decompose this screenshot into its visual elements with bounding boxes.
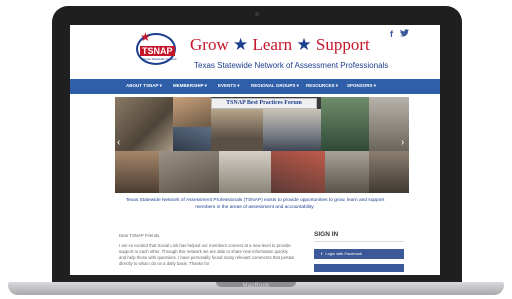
logo-wordmark: TSNAP xyxy=(140,46,175,56)
nav-item-membership[interactable]: MEMBERSHIP ▾ xyxy=(173,83,207,89)
nav-item-resources[interactable]: RESOURCES ▾ xyxy=(306,83,338,89)
photo-collage-tile xyxy=(263,109,321,151)
photo-collage-tile xyxy=(115,151,159,193)
photo-collage-tile xyxy=(159,151,219,193)
website-screen: ★ TSNAP Texas Statewide Network of Asses… xyxy=(70,25,440,275)
photo-collage-tile xyxy=(271,151,325,193)
main-navigation: ABOUT TSNAP ▾ MEMBERSHIP ▾ EVENTS ▾ REGI… xyxy=(70,79,440,94)
webcam xyxy=(255,12,259,16)
photo-collage-tile xyxy=(173,127,211,151)
tagline-support: Support xyxy=(315,35,370,54)
tagline-learn: Learn xyxy=(252,35,293,54)
logo-subtext: Texas Statewide Network of Assessment Pr… xyxy=(143,57,177,61)
login-facebook-button[interactable]: f Login with Facebook xyxy=(314,249,404,259)
slideshow-next-arrow[interactable]: › xyxy=(401,137,404,148)
signin-widget: SIGN IN f Login with Facebook xyxy=(314,231,404,272)
twitter-icon[interactable] xyxy=(399,29,409,39)
photo-collage-tile xyxy=(211,109,263,151)
intro-statement: Texas Statewide Network of Assessment Pr… xyxy=(125,198,385,210)
photo-collage-tile xyxy=(115,97,173,151)
texas-star-icon: ★ xyxy=(140,30,151,44)
photo-collage-tile xyxy=(219,151,271,193)
photo-slideshow[interactable]: TSNAP Best Practices Forum ‹ › xyxy=(115,97,409,193)
nav-item-events[interactable]: EVENTS ▾ xyxy=(218,83,240,89)
letter-greeting: Dear TSNAP Friends, xyxy=(119,233,161,238)
star-icon: ★ xyxy=(232,35,249,54)
signin-title: SIGN IN xyxy=(314,231,339,238)
tsnap-logo[interactable]: ★ TSNAP Texas Statewide Network of Asses… xyxy=(136,30,180,65)
site-tagline: Grow ★ Learn ★ Support xyxy=(190,35,370,55)
divider xyxy=(314,241,404,242)
nav-item-about[interactable]: ABOUT TSNAP ▾ xyxy=(126,83,162,89)
banner-title: TSNAP Best Practices Forum xyxy=(211,98,317,109)
facebook-icon: f xyxy=(321,251,323,256)
nav-item-sponsors[interactable]: SPONSORS ▾ xyxy=(347,83,376,89)
photo-collage-tile xyxy=(173,97,211,127)
org-name: Texas Statewide Network of Assessment Pr… xyxy=(194,61,389,70)
photo-collage-tile xyxy=(321,97,369,151)
star-icon: ★ xyxy=(296,35,312,54)
welcome-letter: Dear TSNAP Friends, I am so excited that… xyxy=(119,233,295,267)
login-facebook-label: Login with Facebook xyxy=(325,251,363,256)
device-brand: MacBook xyxy=(242,283,270,289)
facebook-icon[interactable]: f xyxy=(390,29,393,39)
photo-collage-tile xyxy=(325,151,369,193)
tagline-grow: Grow xyxy=(190,35,229,54)
photo-collage-tile xyxy=(369,151,409,193)
login-secondary-button[interactable] xyxy=(314,264,404,272)
nav-item-regional-groups[interactable]: REGIONAL GROUPS ▾ xyxy=(251,83,299,89)
social-links: f xyxy=(386,29,409,39)
letter-body: I am so excited that Social Link has hel… xyxy=(119,243,295,266)
slideshow-prev-arrow[interactable]: ‹ xyxy=(117,137,120,148)
